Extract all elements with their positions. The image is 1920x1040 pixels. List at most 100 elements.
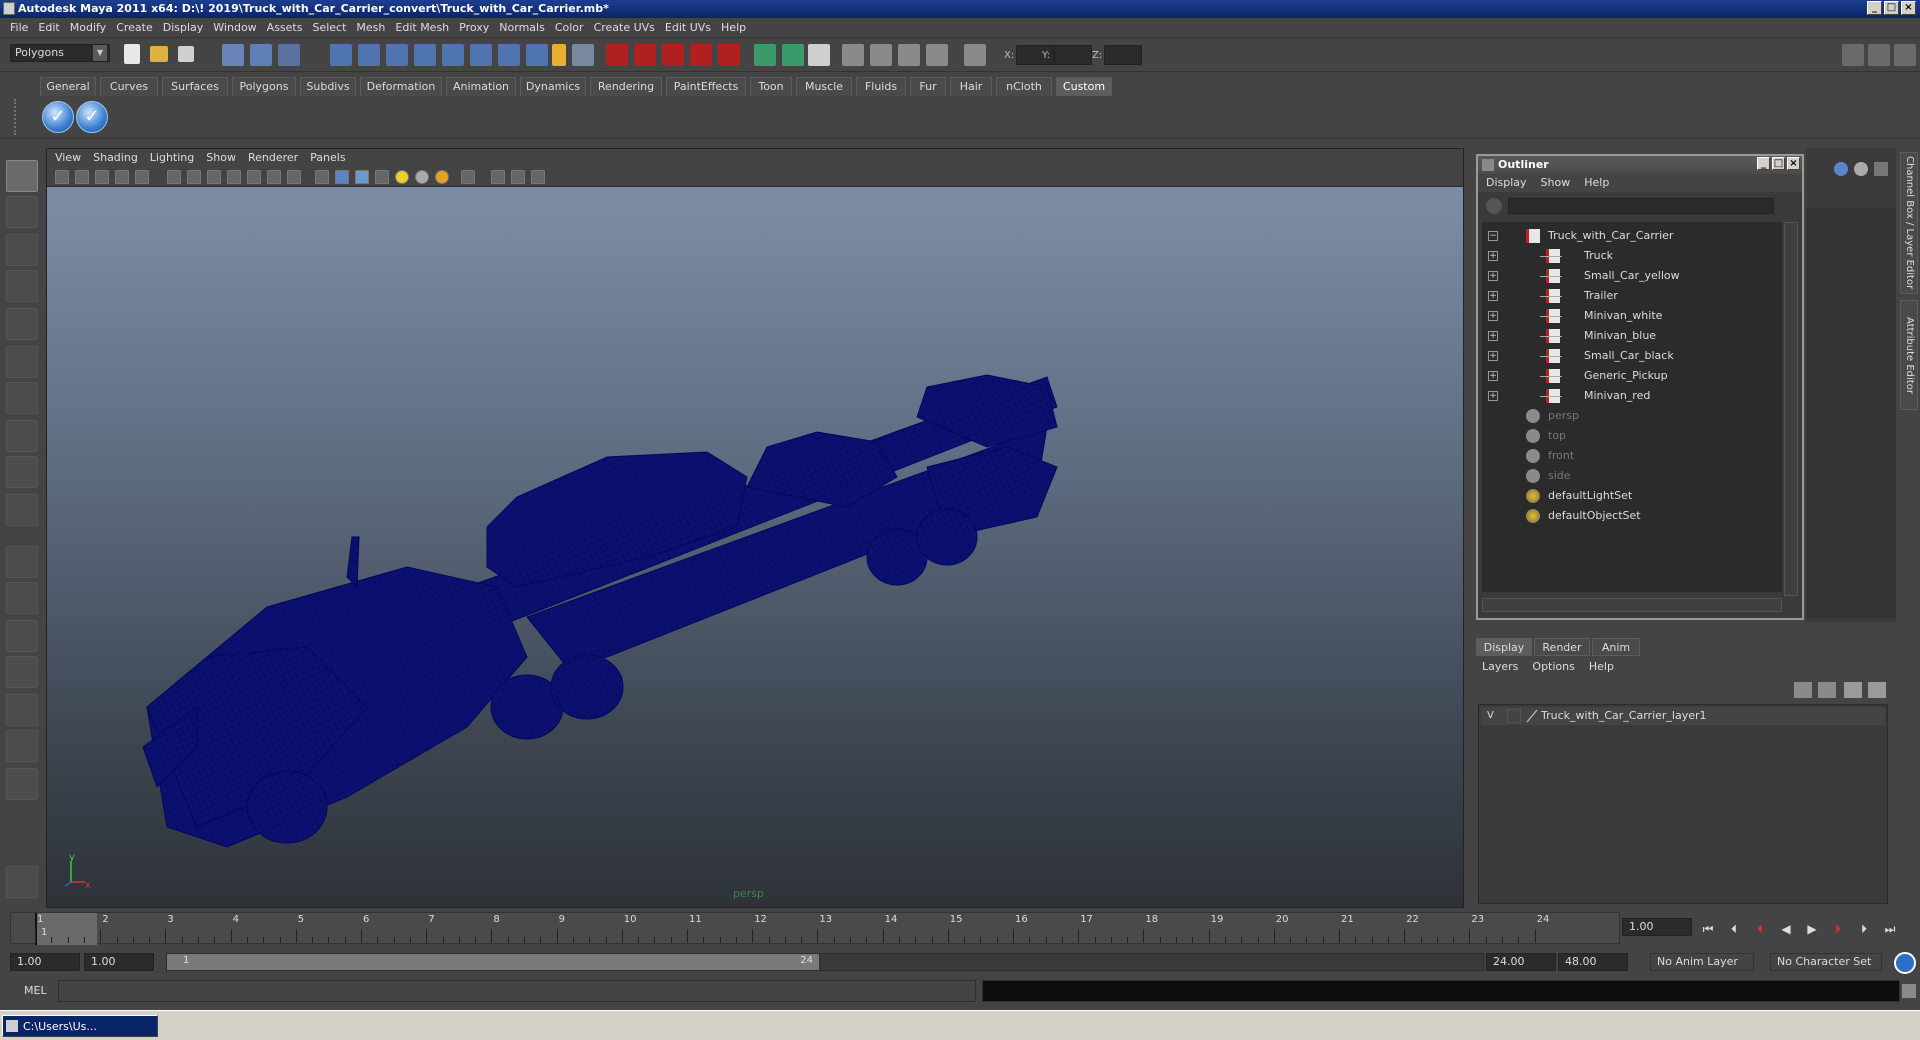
menu-edit[interactable]: Edit [36, 21, 67, 34]
y-input[interactable] [1054, 45, 1092, 65]
step-back-key-icon[interactable]: ⏴ [1750, 920, 1770, 938]
select-joints-icon[interactable] [358, 44, 380, 66]
checkmark-shelf-button-icon[interactable]: ✓ [42, 101, 74, 133]
outliner-item[interactable]: persp [1482, 406, 1782, 426]
playback-end-field[interactable]: 24.00 [1486, 953, 1556, 971]
step-forward-key-icon[interactable]: ⏵ [1828, 920, 1848, 938]
step-back-frame-icon[interactable]: ⏴ [1724, 920, 1744, 938]
menu-create[interactable]: Create [114, 21, 161, 34]
shadows-icon[interactable] [415, 170, 429, 184]
persp-outliner-layout-icon[interactable] [6, 620, 38, 652]
single-perspective-layout-icon[interactable] [6, 546, 38, 578]
wireframe-icon[interactable] [315, 170, 329, 184]
current-frame-marker[interactable]: 1 [35, 913, 97, 945]
two-d-pan-zoom-icon[interactable] [135, 170, 149, 184]
bookmarks-icon[interactable] [95, 170, 109, 184]
menu-color[interactable]: Color [553, 21, 592, 34]
transform-field-icon[interactable] [964, 44, 986, 66]
ipr-render-icon[interactable] [842, 44, 864, 66]
viewport-menu-lighting[interactable]: Lighting [150, 149, 206, 167]
channel-box-icon[interactable] [1834, 162, 1848, 176]
menu-window[interactable]: Window [211, 21, 264, 34]
truck-wireframe-model[interactable] [47, 187, 1463, 907]
command-language-label[interactable]: MEL [24, 984, 47, 997]
play-backwards-icon[interactable]: ◀ [1776, 920, 1796, 938]
select-camera-icon[interactable] [55, 170, 69, 184]
construction-history-icon[interactable] [782, 44, 804, 66]
layer-display-type-toggle[interactable] [1507, 709, 1521, 723]
show-hide-tool-settings-icon[interactable] [1868, 44, 1890, 66]
outliner-item[interactable]: defaultLightSet [1482, 486, 1782, 506]
expand-toggle-icon[interactable]: + [1488, 271, 1498, 281]
persp-graph-layout-icon[interactable] [6, 656, 38, 688]
show-hide-attribute-editor-icon[interactable] [1842, 44, 1864, 66]
tool-settings-icon[interactable] [1874, 162, 1888, 176]
expand-toggle-icon[interactable]: + [1488, 391, 1498, 401]
maximize-button[interactable]: □ [1884, 1, 1899, 15]
outliner-item[interactable]: + Minivan_red [1482, 386, 1782, 406]
menu-normals[interactable]: Normals [497, 21, 553, 34]
render-view-icon[interactable] [926, 44, 948, 66]
outliner-title-bar[interactable]: Outliner _ □ × [1478, 156, 1802, 174]
menu-help[interactable]: Help [719, 21, 754, 34]
layer-menu-options[interactable]: Options [1532, 658, 1588, 676]
outliner-search-input[interactable] [1508, 198, 1774, 214]
expand-toggle-icon[interactable]: − [1488, 231, 1498, 241]
make-live-icon[interactable] [718, 44, 740, 66]
shelf-tab-animation[interactable]: Animation [446, 77, 516, 96]
viewport-menu-show[interactable]: Show [206, 149, 248, 167]
menu-file[interactable]: File [8, 21, 36, 34]
hypershade-icon[interactable] [898, 44, 920, 66]
expand-toggle-icon[interactable]: + [1488, 351, 1498, 361]
shelf-tab-general[interactable]: General [40, 77, 96, 96]
textured-icon[interactable] [375, 170, 389, 184]
move-tool-icon[interactable] [6, 270, 38, 302]
menu-create-uvs[interactable]: Create UVs [592, 21, 663, 34]
render-current-frame-icon[interactable] [808, 44, 830, 66]
outliner-item[interactable]: + Generic_Pickup [1482, 366, 1782, 386]
layer-name[interactable]: Truck_with_Car_Carrier_layer1 [1541, 708, 1707, 724]
safe-action-icon[interactable] [267, 170, 281, 184]
z-input[interactable] [1104, 45, 1142, 65]
film-gate-icon[interactable] [187, 170, 201, 184]
menu-edit-mesh[interactable]: Edit Mesh [393, 21, 457, 34]
outliner-menu-help[interactable]: Help [1584, 174, 1623, 192]
select-curves-icon[interactable] [386, 44, 408, 66]
character-set-dropdown[interactable]: No Character Set [1770, 953, 1882, 971]
menu-proxy[interactable]: Proxy [457, 21, 497, 34]
last-tool-icon[interactable] [6, 494, 38, 526]
menu-select[interactable]: Select [310, 21, 354, 34]
save-scene-icon[interactable] [178, 46, 194, 62]
menu-assets[interactable]: Assets [265, 21, 311, 34]
shelf-options-handle[interactable] [14, 99, 32, 135]
minimize-button[interactable]: _ [1867, 1, 1882, 15]
move-layer-down-icon[interactable] [1818, 682, 1836, 698]
range-slider-thumb[interactable]: 1 24 [167, 954, 821, 970]
persp-graph-outliner-layout-icon[interactable] [6, 730, 38, 762]
outliner-item[interactable]: + Trailer [1482, 286, 1782, 306]
expand-toggle-icon[interactable]: + [1488, 331, 1498, 341]
shelf-tab-hair[interactable]: Hair [950, 77, 992, 96]
menu-mesh[interactable]: Mesh [354, 21, 393, 34]
outliner-maximize-button[interactable]: □ [1772, 157, 1785, 170]
outliner-vertical-scrollbar[interactable] [1784, 222, 1798, 596]
select-by-component-icon[interactable] [278, 44, 300, 66]
shelf-tab-subdivs[interactable]: Subdivs [300, 77, 356, 96]
shelf-tab-painteffects[interactable]: PaintEffects [666, 77, 746, 96]
shelf-tab-rendering[interactable]: Rendering [590, 77, 662, 96]
select-surfaces-icon[interactable] [414, 44, 436, 66]
outliner-filter-icon[interactable] [1486, 198, 1502, 214]
gate-mask-icon[interactable] [227, 170, 241, 184]
expand-toggle-icon[interactable]: + [1488, 311, 1498, 321]
playback-start-field[interactable]: 1.00 [84, 953, 154, 971]
layer-tab-display[interactable]: Display [1476, 638, 1532, 656]
grid-icon[interactable] [167, 170, 181, 184]
shelf-tab-toon[interactable]: Toon [750, 77, 792, 96]
shelf-tab-fluids[interactable]: Fluids [856, 77, 906, 96]
lasso-tool-icon[interactable] [6, 196, 38, 228]
select-by-object-type-icon[interactable] [250, 44, 272, 66]
highlight-selection-icon[interactable] [572, 44, 594, 66]
soft-modification-icon[interactable] [6, 420, 38, 452]
viewport-menu-panels[interactable]: Panels [310, 149, 357, 167]
shelf-tab-ncloth[interactable]: nCloth [996, 77, 1052, 96]
